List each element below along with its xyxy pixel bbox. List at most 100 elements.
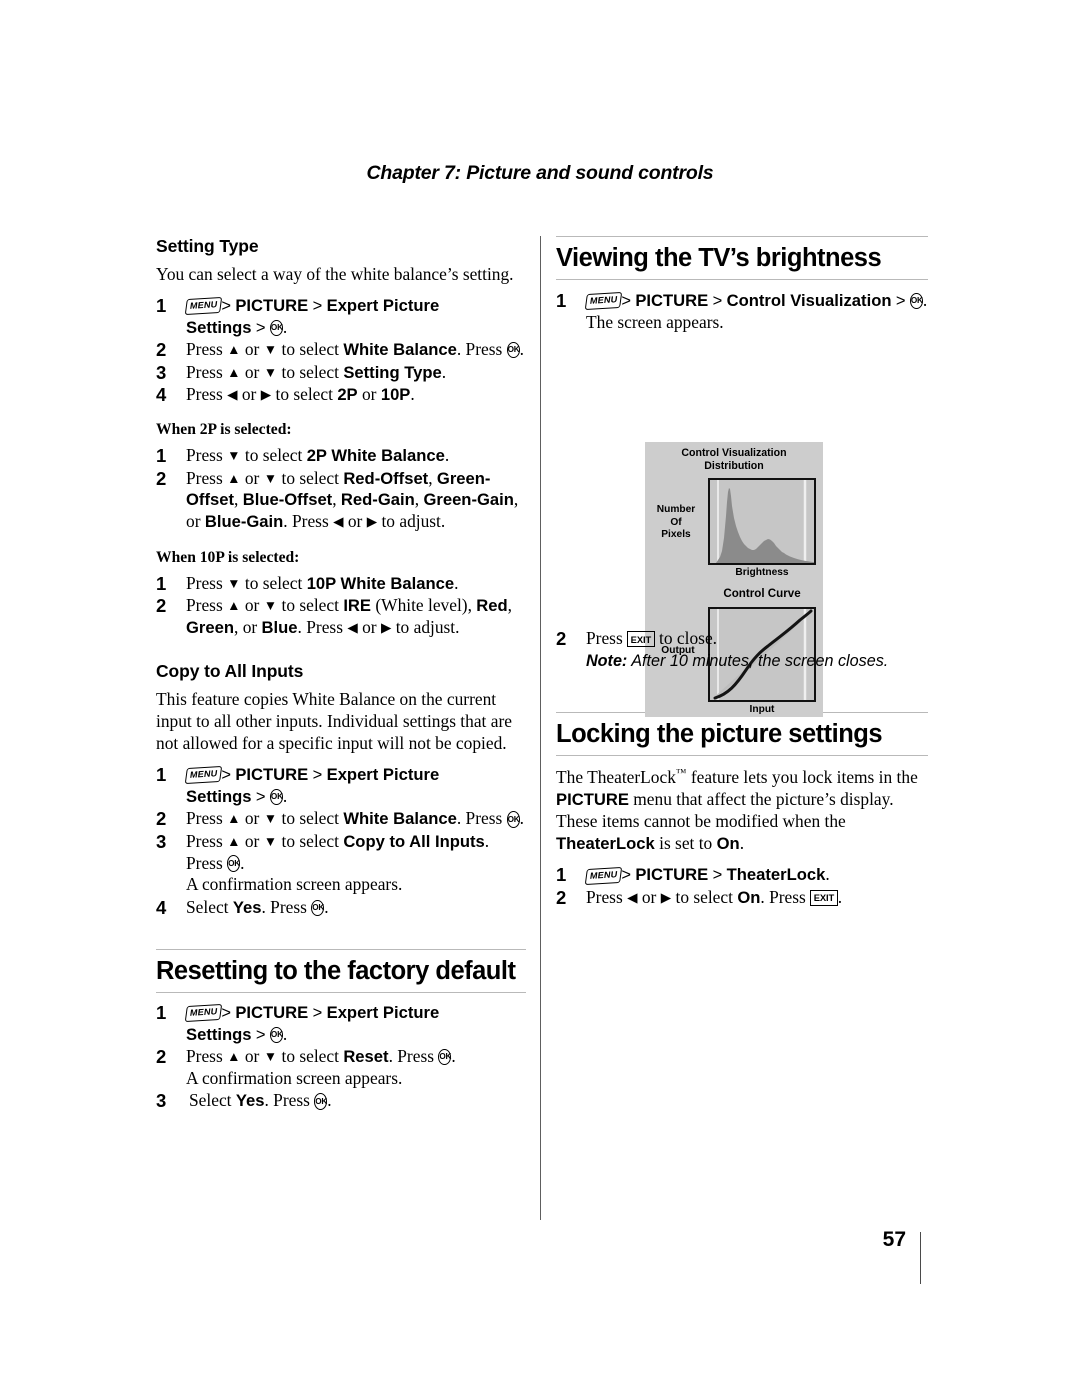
ok-key-icon: OK [506, 811, 520, 828]
arrow-left-icon: ◀ [347, 619, 358, 635]
histogram-svg [710, 480, 814, 564]
period: . [519, 808, 524, 829]
page-number: 57 [882, 1228, 906, 1251]
or-text: or [240, 339, 264, 360]
menu-key-icon: MENU [184, 297, 223, 315]
press-text: . Press [264, 1090, 315, 1111]
arrow-left-icon: ◀ [227, 386, 238, 402]
label-2p-white-balance: 2P White Balance [306, 446, 445, 466]
press-text: Press [186, 1046, 228, 1067]
or-text: or [240, 830, 264, 851]
ok-key-icon: OK [269, 319, 283, 337]
ok-key-icon: OK [269, 788, 283, 806]
viewing-brightness-steps-cont: 2 Press EXIT to close. Note: After 10 mi… [556, 628, 928, 672]
step-item: 2 Press ◀ or ▶ to select On. Press EXIT. [556, 887, 928, 909]
copy-to-all-inputs-intro: This feature copies White Balance on the… [156, 689, 512, 754]
period: . [451, 1046, 456, 1067]
select-text: Select [189, 1090, 236, 1111]
y-label-line1: Number [656, 504, 696, 516]
arrow-left-icon: ◀ [333, 514, 344, 530]
heading-copy-to-all-inputs: Copy to All Inputs [156, 661, 304, 682]
label-red-gain: Red-Gain [340, 490, 415, 510]
step-item: 3 Press ▲ or ▼ to select Setting Type. [156, 362, 526, 384]
picture-menu-label: PICTURE [635, 291, 709, 310]
press-text: Press [186, 594, 228, 615]
intro-part-a: The TheaterLock [556, 767, 676, 788]
picture-menu-label: PICTURE [235, 765, 309, 785]
setting-type-steps: 1 MENU > PICTURE > Expert Picture Setting… [156, 295, 526, 406]
press-text: . Press [760, 886, 811, 907]
white-level-note: (White level), [371, 594, 477, 615]
control-visualization-figure: Control Visualization Distribution Numbe… [645, 442, 823, 718]
arrow-up-icon: ▲ [227, 833, 241, 849]
label-red: Red [476, 595, 508, 615]
separator-gt: > [255, 787, 266, 807]
ok-key-icon: OK [227, 855, 240, 872]
arrow-down-icon: ▼ [263, 1049, 278, 1065]
figure-title-line1: Control Visualization [681, 447, 787, 460]
label-green-gain: Green-Gain [423, 490, 514, 510]
locking-steps: 1 MENU > PICTURE > TheaterLock. 2 Press ◀… [556, 864, 928, 908]
or-text: or [357, 383, 381, 404]
y-label-line3: Pixels [661, 529, 691, 541]
yes-label: Yes [232, 897, 262, 917]
trademark-icon: ™ [675, 767, 687, 780]
steps-2p: 1 Press ▼ to select 2P White Balance. 2 … [156, 445, 526, 533]
arrow-down-icon: ▼ [263, 811, 278, 827]
exit-key-icon: EXIT [627, 631, 655, 647]
arrow-up-icon: ▲ [227, 811, 241, 827]
picture-menu-label: PICTURE [635, 865, 709, 885]
step-number: 2 [156, 1046, 167, 1068]
arrow-down-icon: ▼ [263, 364, 278, 380]
intro-part-b: feature lets you lock items in the [686, 767, 918, 788]
to-select-text: to select [277, 467, 344, 488]
comma: , [234, 489, 243, 510]
white-balance-label: White Balance [343, 809, 457, 829]
or-text: or [637, 886, 661, 907]
histogram-x-axis-label: Brightness [735, 567, 789, 579]
ok-key-icon: OK [438, 1049, 451, 1066]
menu-key-icon: MENU [184, 1004, 223, 1022]
period: . [282, 316, 288, 337]
steps-10p: 1 Press ▼ to select 10P White Balance. 2… [156, 573, 526, 639]
copy-to-all-inputs-steps: 1 MENU > PICTURE > Expert Picture Setting… [156, 764, 526, 918]
step-item: 1 Press ▼ to select 10P White Balance. [156, 573, 526, 595]
separator-gt: > [712, 865, 723, 885]
control-visualization-label: Control Visualization [726, 291, 892, 310]
comma: , [332, 489, 341, 510]
label-blue-offset: Blue-Offset [242, 490, 333, 510]
arrow-up-icon: ▲ [227, 364, 241, 380]
on-label: On [716, 834, 740, 854]
separator-gt: > [895, 291, 906, 310]
arrow-up-icon: ▲ [227, 470, 241, 486]
separator-gt: > [621, 291, 631, 310]
heading-locking-picture-settings: Locking the picture settings [556, 712, 928, 757]
to-select-text: to select [277, 594, 344, 615]
step-item: 1 MENU > PICTURE > Control Visualization … [556, 290, 928, 334]
or-text: , or [234, 616, 262, 637]
to-select-text: to select [277, 830, 344, 851]
period: . [282, 1023, 288, 1044]
right-column: Viewing the TV’s brightness 1 MENU > PICT… [556, 236, 928, 909]
separator-gt: > [255, 1024, 266, 1044]
step-item: 1 MENU > PICTURE > Expert Picture Setting… [156, 295, 526, 339]
step-number: 1 [156, 1002, 167, 1024]
intro-part-d: is set to [654, 833, 717, 854]
histogram-y-axis-label: Number Of Pixels [647, 504, 705, 541]
arrow-right-icon: ▶ [260, 386, 272, 402]
ok-key-icon: OK [506, 342, 520, 359]
or-text: or [357, 616, 381, 637]
to-adjust-text: to adjust. [377, 511, 446, 532]
to-close-text: to close. [654, 628, 718, 649]
step-number: 2 [156, 808, 167, 830]
option-10p: 10P [380, 384, 411, 404]
step-number: 1 [156, 572, 167, 594]
yes-label: Yes [235, 1091, 265, 1111]
figure-title: Control Visualization Distribution [645, 442, 823, 473]
label-10p-white-balance: 10P White Balance [306, 573, 455, 593]
setting-type-intro: You can select a way of the white balanc… [156, 264, 514, 284]
period: . [837, 886, 843, 907]
comma: , [428, 467, 437, 488]
period: . [324, 896, 329, 917]
or-text: or [240, 594, 264, 615]
